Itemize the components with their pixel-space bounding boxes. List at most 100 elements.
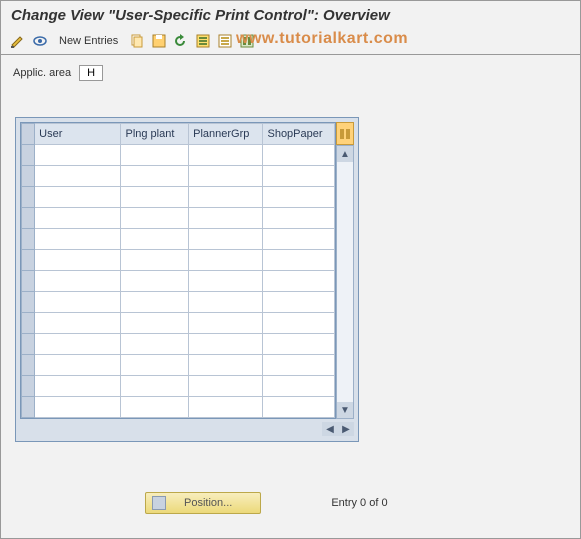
cell-shoppaper[interactable] xyxy=(263,250,335,271)
table-row xyxy=(22,250,335,271)
cell-plannergrp[interactable] xyxy=(189,145,263,166)
select-all-icon[interactable] xyxy=(194,32,212,50)
table-row xyxy=(22,313,335,334)
position-icon xyxy=(152,496,166,510)
scroll-left-icon[interactable]: ◀ xyxy=(322,422,338,436)
cell-plant[interactable] xyxy=(121,376,189,397)
cell-plant[interactable] xyxy=(121,250,189,271)
scroll-up-icon[interactable]: ▲ xyxy=(337,146,353,162)
position-button[interactable]: Position... xyxy=(145,492,261,514)
cell-user[interactable] xyxy=(35,166,121,187)
undo-icon[interactable] xyxy=(172,32,190,50)
col-header-user[interactable]: User xyxy=(35,124,121,145)
cell-user[interactable] xyxy=(35,397,121,418)
save-icon[interactable] xyxy=(150,32,168,50)
scroll-track[interactable] xyxy=(337,162,353,402)
cell-plant[interactable] xyxy=(121,292,189,313)
applic-area-input[interactable] xyxy=(79,65,103,81)
cell-shoppaper[interactable] xyxy=(263,271,335,292)
cell-shoppaper[interactable] xyxy=(263,397,335,418)
cell-shoppaper[interactable] xyxy=(263,187,335,208)
cell-user[interactable] xyxy=(35,376,121,397)
row-selector[interactable] xyxy=(22,334,35,355)
deselect-icon[interactable] xyxy=(216,32,234,50)
table-config-icon[interactable] xyxy=(336,122,354,145)
copy-icon[interactable] xyxy=(128,32,146,50)
cell-shoppaper[interactable] xyxy=(263,229,335,250)
horizontal-scrollbar[interactable]: ◀ ▶ xyxy=(20,421,354,437)
row-selector[interactable] xyxy=(22,292,35,313)
table-row xyxy=(22,166,335,187)
cell-user[interactable] xyxy=(35,229,121,250)
cell-user[interactable] xyxy=(35,313,121,334)
other-view-icon[interactable] xyxy=(31,32,49,50)
row-selector[interactable] xyxy=(22,208,35,229)
cell-plannergrp[interactable] xyxy=(189,313,263,334)
new-entries-button[interactable]: New Entries xyxy=(53,33,124,49)
cell-plannergrp[interactable] xyxy=(189,292,263,313)
row-selector[interactable] xyxy=(22,376,35,397)
row-selector[interactable] xyxy=(22,397,35,418)
cell-plannergrp[interactable] xyxy=(189,355,263,376)
cell-shoppaper[interactable] xyxy=(263,292,335,313)
cell-plannergrp[interactable] xyxy=(189,334,263,355)
row-selector[interactable] xyxy=(22,250,35,271)
cell-plannergrp[interactable] xyxy=(189,397,263,418)
cell-plannergrp[interactable] xyxy=(189,271,263,292)
cell-plannergrp[interactable] xyxy=(189,250,263,271)
scroll-down-icon[interactable]: ▼ xyxy=(337,402,353,418)
cell-plant[interactable] xyxy=(121,229,189,250)
data-table: User Plng plant PlannerGrp ShopPaper xyxy=(21,123,335,418)
cell-plant[interactable] xyxy=(121,271,189,292)
row-selector[interactable] xyxy=(22,229,35,250)
page-title: Change View "User-Specific Print Control… xyxy=(1,1,580,28)
cell-plant[interactable] xyxy=(121,187,189,208)
row-selector[interactable] xyxy=(22,271,35,292)
cell-shoppaper[interactable] xyxy=(263,334,335,355)
cell-shoppaper[interactable] xyxy=(263,166,335,187)
cell-plannergrp[interactable] xyxy=(189,229,263,250)
row-selector[interactable] xyxy=(22,187,35,208)
vertical-scrollbar[interactable]: ▲ ▼ xyxy=(336,145,354,419)
col-header-plant[interactable]: Plng plant xyxy=(121,124,189,145)
row-selector[interactable] xyxy=(22,313,35,334)
table-row xyxy=(22,229,335,250)
cell-user[interactable] xyxy=(35,250,121,271)
cell-shoppaper[interactable] xyxy=(263,313,335,334)
col-header-plannergrp[interactable]: PlannerGrp xyxy=(189,124,263,145)
cell-shoppaper[interactable] xyxy=(263,145,335,166)
cell-plant[interactable] xyxy=(121,145,189,166)
row-selector[interactable] xyxy=(22,166,35,187)
cell-plant[interactable] xyxy=(121,334,189,355)
cell-shoppaper[interactable] xyxy=(263,355,335,376)
cell-plannergrp[interactable] xyxy=(189,187,263,208)
table-row xyxy=(22,292,335,313)
col-header-shoppaper[interactable]: ShopPaper xyxy=(263,124,335,145)
cell-user[interactable] xyxy=(35,355,121,376)
change-display-icon[interactable] xyxy=(9,32,27,50)
configure-icon[interactable] xyxy=(238,32,256,50)
table-row xyxy=(22,271,335,292)
cell-plannergrp[interactable] xyxy=(189,166,263,187)
cell-plant[interactable] xyxy=(121,166,189,187)
cell-user[interactable] xyxy=(35,271,121,292)
row-selector[interactable] xyxy=(22,145,35,166)
position-label: Position... xyxy=(184,497,232,509)
cell-plant[interactable] xyxy=(121,208,189,229)
cell-plant[interactable] xyxy=(121,313,189,334)
cell-plannergrp[interactable] xyxy=(189,376,263,397)
cell-plant[interactable] xyxy=(121,397,189,418)
cell-shoppaper[interactable] xyxy=(263,376,335,397)
row-selector-header[interactable] xyxy=(22,124,35,145)
cell-shoppaper[interactable] xyxy=(263,208,335,229)
scroll-right-icon[interactable]: ▶ xyxy=(338,422,354,436)
cell-user[interactable] xyxy=(35,145,121,166)
cell-plant[interactable] xyxy=(121,355,189,376)
cell-user[interactable] xyxy=(35,208,121,229)
cell-user[interactable] xyxy=(35,292,121,313)
table-container: User Plng plant PlannerGrp ShopPaper ▲ ▼ xyxy=(15,117,359,442)
cell-user[interactable] xyxy=(35,187,121,208)
cell-plannergrp[interactable] xyxy=(189,208,263,229)
row-selector[interactable] xyxy=(22,355,35,376)
cell-user[interactable] xyxy=(35,334,121,355)
